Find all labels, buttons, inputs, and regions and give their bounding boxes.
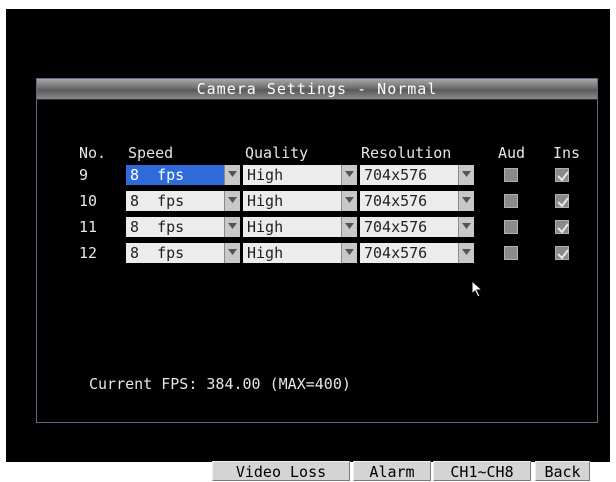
quality-value: High [247,218,284,236]
aud-checkbox[interactable] [504,246,518,260]
aud-checkbox[interactable] [504,220,518,234]
chevron-down-icon[interactable] [341,165,357,185]
ins-checkbox[interactable] [555,220,569,234]
chevron-down-icon[interactable] [458,165,474,185]
channels-button[interactable]: CH1~CH8 [433,461,531,481]
alarm-button[interactable]: Alarm [353,461,431,481]
speed-dropdown[interactable]: 8 fps [126,217,240,237]
resolution-dropdown[interactable]: 704x576 [360,165,474,185]
column-header-no: No. [79,144,107,162]
quality-value: High [247,166,284,184]
chevron-down-icon[interactable] [341,191,357,211]
checkmark-icon [557,171,569,182]
resolution-value: 704x576 [364,244,428,262]
speed-value: 8 fps [130,218,185,236]
checkmark-icon [557,197,569,208]
chevron-down-icon[interactable] [224,217,240,237]
speed-value: 8 fps [130,244,185,262]
chevron-down-icon[interactable] [224,243,240,263]
speed-value: 8 fps [130,166,185,184]
column-header-quality: Quality [245,144,309,162]
current-fps-text: Current FPS: 384.00 (MAX=400) [89,375,351,393]
chevron-down-icon[interactable] [224,165,240,185]
chevron-down-icon[interactable] [341,243,357,263]
quality-dropdown[interactable]: High [243,165,357,185]
row-number: 12 [79,244,98,262]
speed-value: 8 fps [130,192,185,210]
chevron-down-icon[interactable] [341,217,357,237]
speed-dropdown[interactable]: 8 fps [126,243,240,263]
column-header-resolution: Resolution [361,144,452,162]
chevron-down-icon[interactable] [458,217,474,237]
video-loss-button[interactable]: Video Loss [212,461,350,481]
column-header-ins: Ins [553,144,581,162]
quality-dropdown[interactable]: High [243,243,357,263]
dvr-screen: Camera Settings - Normal No. Speed Quali… [6,9,610,481]
resolution-dropdown[interactable]: 704x576 [360,217,474,237]
title-bar: Camera Settings - Normal [37,79,597,100]
back-button[interactable]: Back [535,461,590,481]
aud-checkbox[interactable] [504,168,518,182]
resolution-dropdown[interactable]: 704x576 [360,191,474,211]
row-number: 11 [79,218,98,236]
resolution-dropdown[interactable]: 704x576 [360,243,474,263]
quality-value: High [247,192,284,210]
column-header-aud: Aud [498,144,526,162]
aud-checkbox[interactable] [504,194,518,208]
checkmark-icon [557,249,569,260]
checkmark-icon [557,223,569,234]
quality-dropdown[interactable]: High [243,217,357,237]
speed-dropdown[interactable]: 8 fps [126,191,240,211]
quality-dropdown[interactable]: High [243,191,357,211]
ins-checkbox[interactable] [555,194,569,208]
ins-checkbox[interactable] [555,246,569,260]
resolution-value: 704x576 [364,166,428,184]
ins-checkbox[interactable] [555,168,569,182]
row-number: 10 [79,192,98,210]
chevron-down-icon[interactable] [458,243,474,263]
dialog-title: Camera Settings - Normal [196,80,438,98]
quality-value: High [247,244,284,262]
speed-dropdown[interactable]: 8 fps [126,165,240,185]
camera-settings-dialog: Camera Settings - Normal No. Speed Quali… [36,78,598,481]
row-number: 9 [79,166,89,184]
column-header-speed: Speed [128,144,174,162]
chevron-down-icon[interactable] [458,191,474,211]
resolution-value: 704x576 [364,192,428,210]
resolution-value: 704x576 [364,218,428,236]
chevron-down-icon[interactable] [224,191,240,211]
mouse-pointer-icon [471,280,484,298]
